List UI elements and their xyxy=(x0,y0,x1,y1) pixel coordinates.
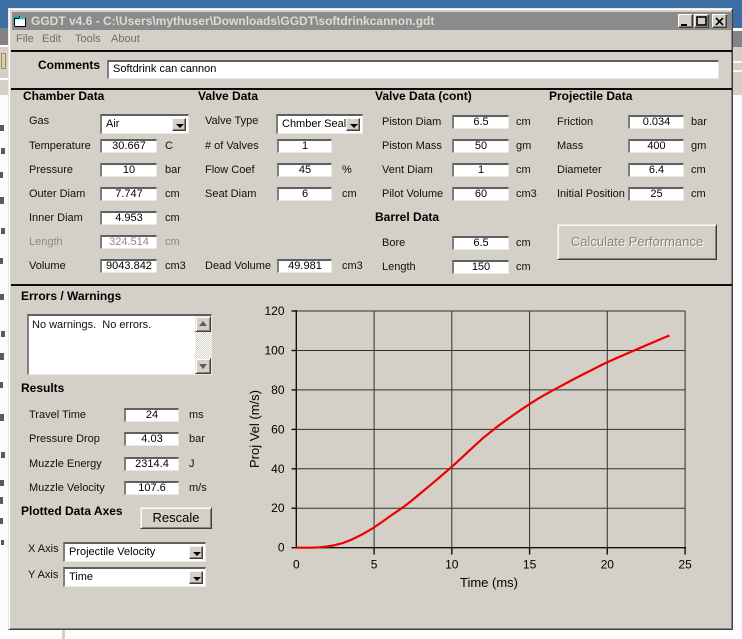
svg-text:15: 15 xyxy=(523,558,537,572)
svg-text:120: 120 xyxy=(264,304,284,318)
svg-text:25: 25 xyxy=(678,558,692,572)
svg-text:0: 0 xyxy=(293,558,300,572)
svg-text:20: 20 xyxy=(271,501,285,515)
svg-text:10: 10 xyxy=(445,558,459,572)
svg-text:Proj Vel (m/s): Proj Vel (m/s) xyxy=(247,390,262,468)
svg-text:40: 40 xyxy=(271,462,285,476)
svg-text:20: 20 xyxy=(601,558,615,572)
svg-text:80: 80 xyxy=(271,383,285,397)
svg-text:5: 5 xyxy=(371,558,378,572)
svg-text:0: 0 xyxy=(278,541,285,555)
svg-text:Time (ms): Time (ms) xyxy=(460,575,518,590)
svg-text:100: 100 xyxy=(264,344,284,358)
svg-text:60: 60 xyxy=(271,422,285,436)
